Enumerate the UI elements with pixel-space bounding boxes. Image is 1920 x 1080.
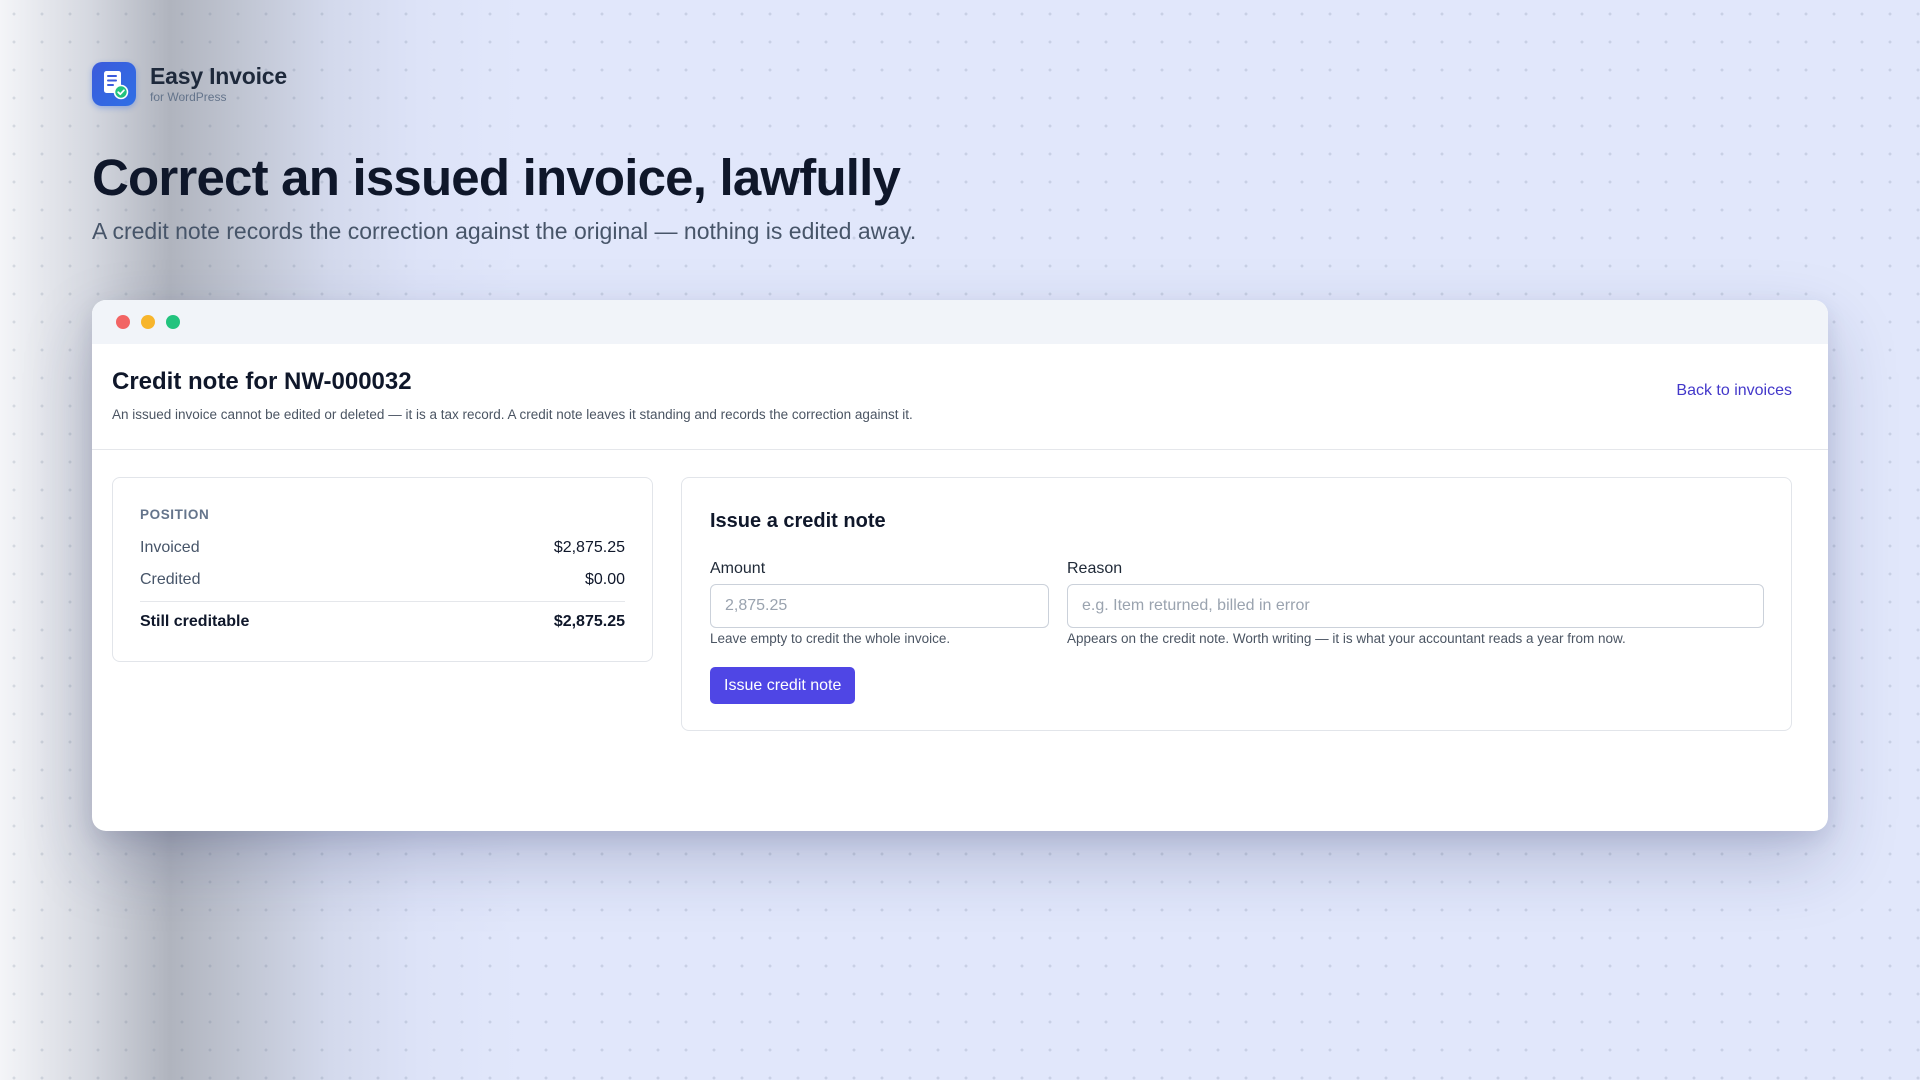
window-titlebar [92, 300, 1828, 344]
hero-subtitle: A credit note records the correction aga… [92, 218, 917, 244]
brand-subtitle: for WordPress [150, 90, 227, 104]
issue-credit-note-title: Issue a credit note [710, 510, 886, 532]
position-total-label: Still creditable [140, 613, 250, 630]
brand-name: Easy Invoice [150, 63, 287, 89]
reason-input[interactable] [1067, 584, 1764, 628]
position-divider [140, 601, 625, 602]
page-header: Credit note for NW-000032 An issued invo… [92, 344, 1828, 450]
brand: Easy Invoice for WordPress [92, 62, 287, 106]
amount-hint: Leave empty to credit the whole invoice. [710, 631, 951, 646]
page-title: Credit note for NW-000032 [112, 368, 412, 395]
position-row-label: Invoiced [140, 539, 200, 556]
back-to-invoices-link[interactable]: Back to invoices [1676, 382, 1792, 400]
window-minimize-dot[interactable] [141, 315, 155, 329]
position-row-still-creditable: Still creditable $2,875.25 [140, 613, 625, 631]
position-card: POSITION Invoiced $2,875.25 Credited $0.… [112, 477, 653, 662]
reason-label: Reason [1067, 560, 1123, 577]
amount-input[interactable] [710, 584, 1049, 628]
window-close-dot[interactable] [116, 315, 130, 329]
invoice-document-check-icon [92, 62, 136, 106]
position-label: POSITION [140, 507, 210, 522]
position-row-value: $0.00 [584, 571, 625, 588]
amount-label: Amount [710, 560, 766, 577]
position-row-credited: Credited $0.00 [140, 571, 625, 589]
page-description: An issued invoice cannot be edited or de… [112, 407, 913, 422]
position-row-invoiced: Invoiced $2,875.25 [140, 539, 625, 557]
position-row-value: $2,875.25 [553, 539, 625, 556]
hero-title: Correct an issued invoice, lawfully [92, 149, 901, 206]
issue-credit-note-button[interactable]: Issue credit note [710, 667, 856, 704]
app-window: Credit note for NW-000032 An issued invo… [92, 300, 1828, 831]
issue-credit-note-card: Issue a credit note Amount Leave empty t… [681, 477, 1792, 731]
reason-hint: Appears on the credit note. Worth writin… [1067, 631, 1626, 646]
window-maximize-dot[interactable] [166, 315, 180, 329]
position-total-value: $2,875.25 [553, 613, 625, 630]
position-row-label: Credited [140, 571, 201, 588]
